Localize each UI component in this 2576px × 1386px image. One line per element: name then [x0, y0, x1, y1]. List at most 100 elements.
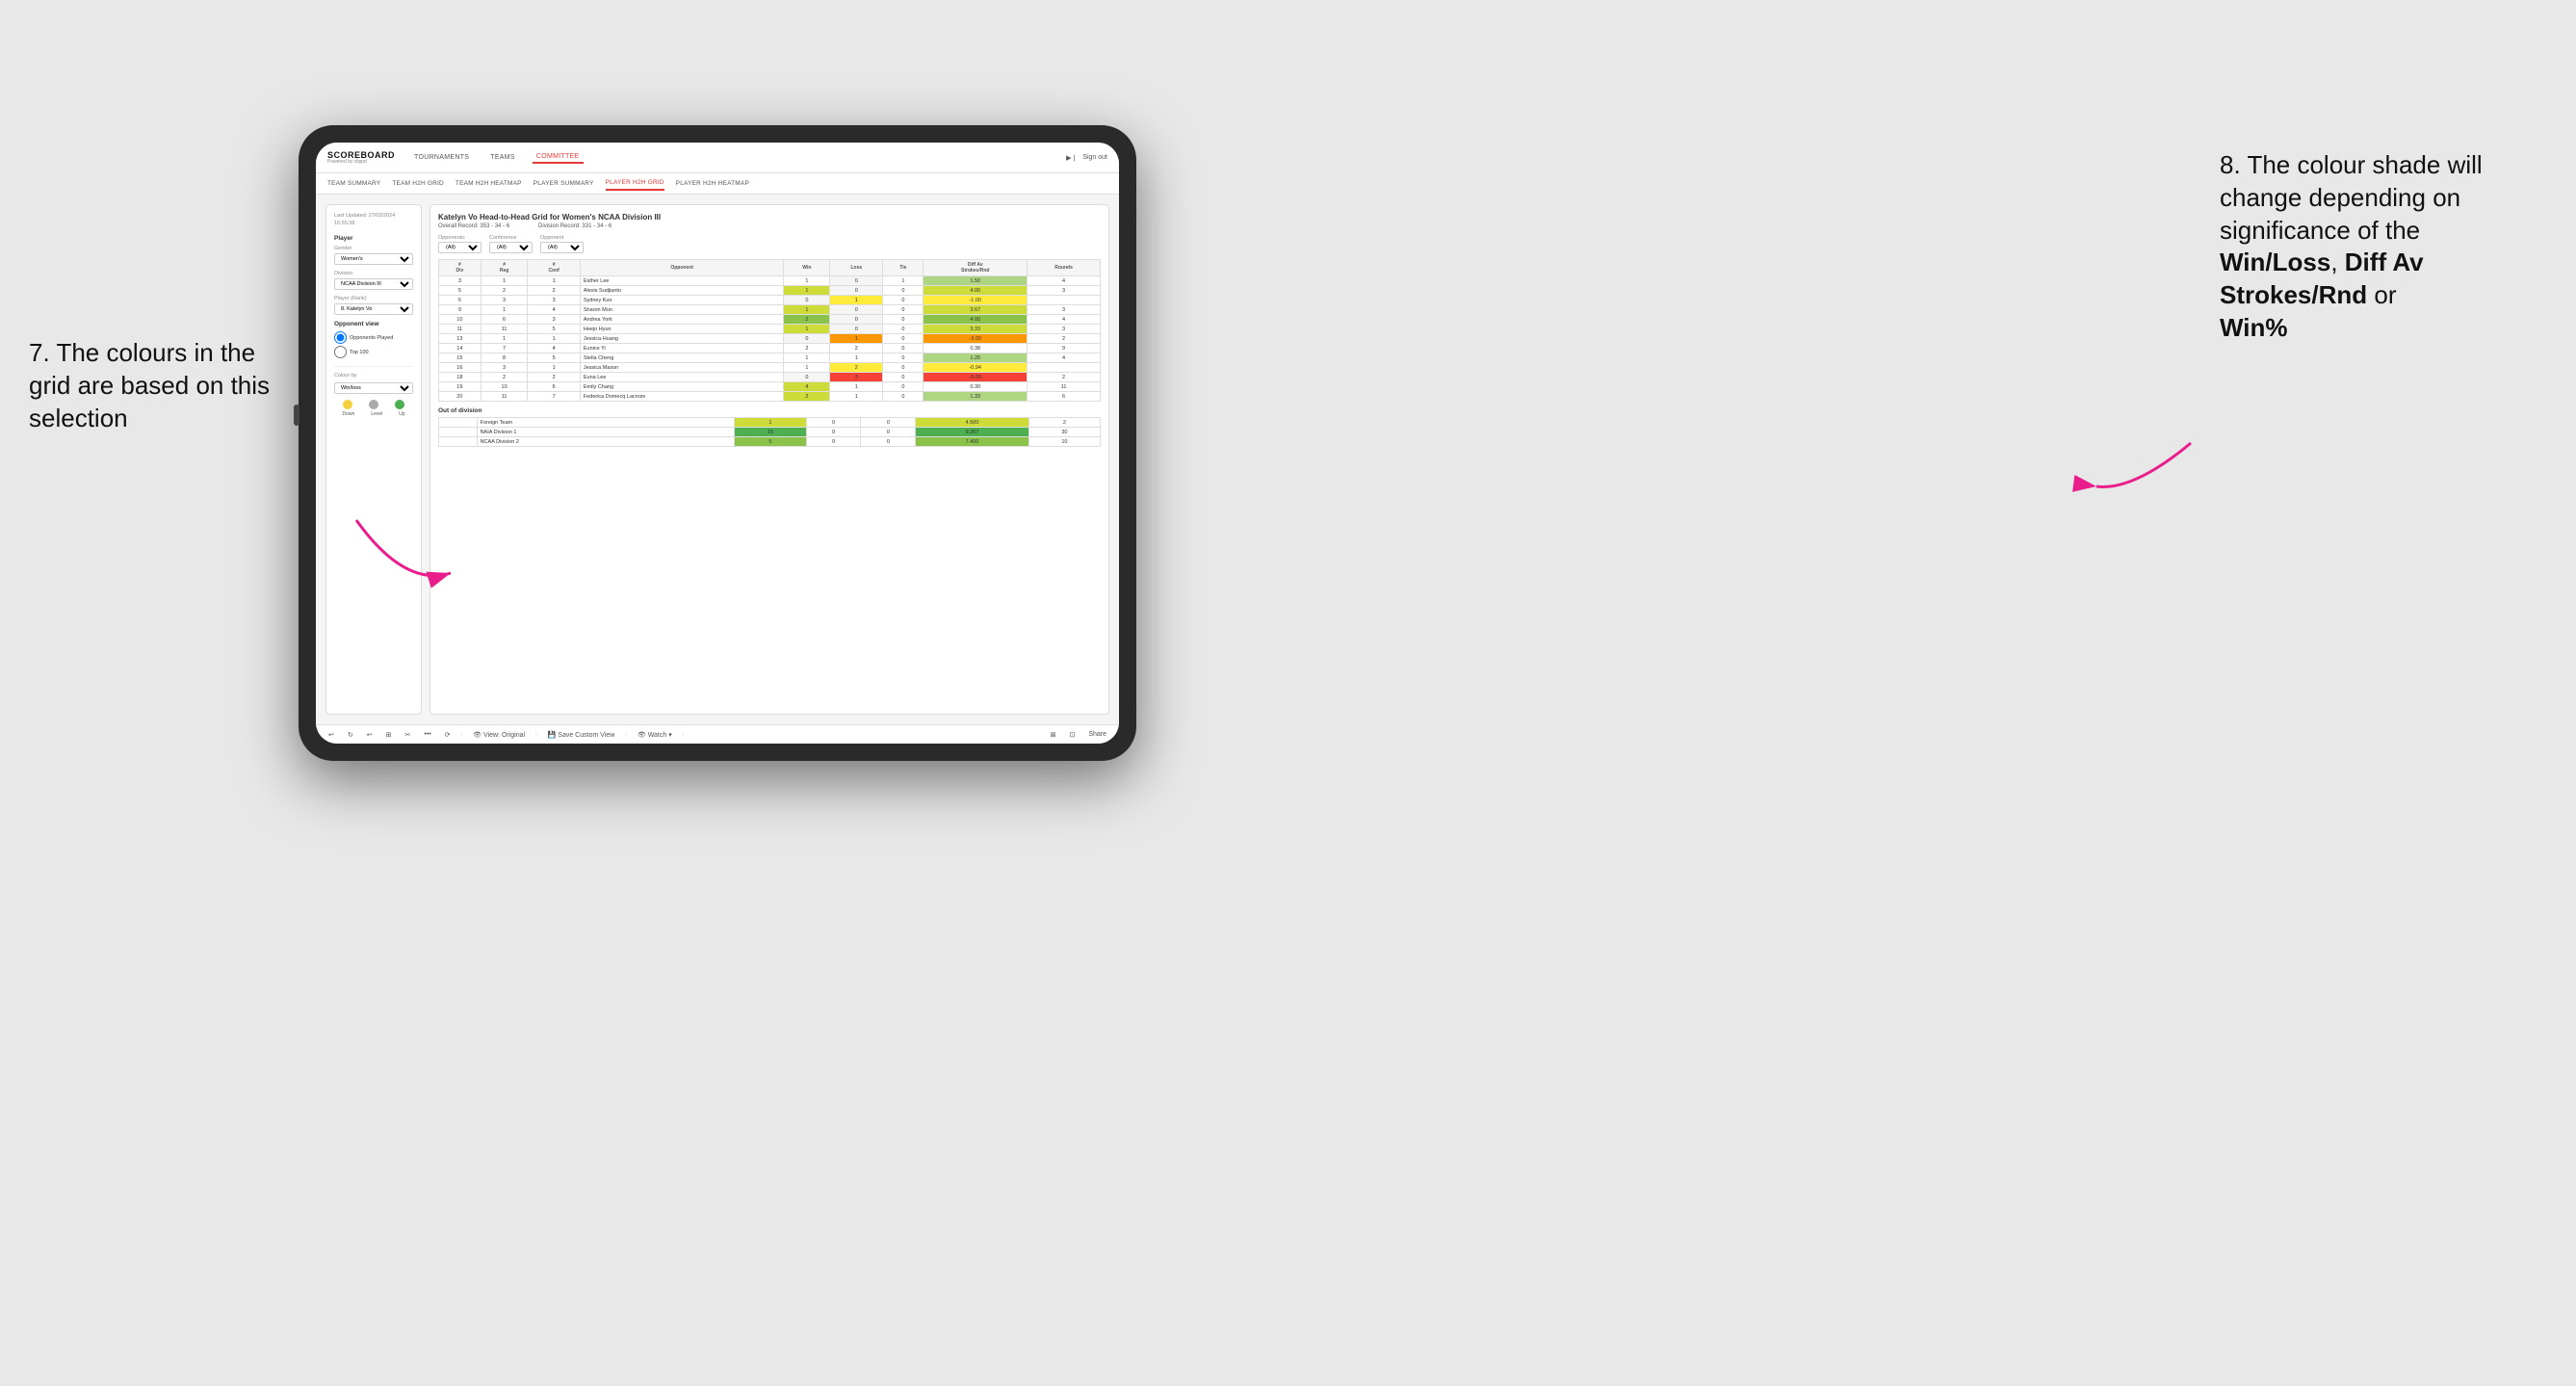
cell-out-name: Foreign Team: [477, 418, 735, 428]
header-right: ▶ | Sign out: [1066, 154, 1107, 162]
filter-conference: Conference (All): [489, 235, 533, 253]
cell-loss: 1: [830, 353, 883, 363]
cell-conf: 2: [528, 286, 580, 296]
fullscreen-btn[interactable]: ⊡: [1066, 730, 1078, 740]
out-of-division-header: Out of division: [438, 407, 1101, 414]
share-btn[interactable]: Share: [1085, 730, 1109, 739]
cell-win: 1: [784, 276, 830, 286]
grid-panel: Katelyn Vo Head-to-Head Grid for Women's…: [429, 204, 1109, 715]
cell-out-rounds: 30: [1028, 428, 1100, 437]
sign-out-link[interactable]: Sign out: [1082, 154, 1107, 161]
cell-loss: 3: [830, 373, 883, 382]
table-row: 9 1 4 Sharon Mun 1 0 0 3.67 3: [439, 305, 1101, 315]
col-tie: Tie: [883, 260, 924, 276]
cell-div: 13: [439, 334, 481, 344]
cell-conf: 2: [528, 373, 580, 382]
cell-out-name: NCAA Division 2: [477, 437, 735, 447]
cell-opponent: Sharon Mun: [580, 305, 784, 315]
player-rank-select[interactable]: 8. Katelyn Vo: [334, 303, 413, 315]
cell-diff: 1.33: [924, 392, 1028, 402]
subnav-team-summary[interactable]: TEAM SUMMARY: [327, 177, 380, 190]
cell-conf: 5: [528, 325, 580, 334]
cell-tie: 0: [883, 296, 924, 305]
opponent-filter-select[interactable]: (All): [540, 242, 584, 253]
cell-out-win: 5: [735, 437, 806, 447]
nav-teams[interactable]: TEAMS: [486, 152, 519, 163]
cell-conf: 1: [528, 276, 580, 286]
cell-div: 9: [439, 305, 481, 315]
main-content: Last Updated: 27/03/2024 16:55:38 Player…: [316, 195, 1119, 724]
save-custom-btn[interactable]: 💾 Save Custom View: [545, 730, 618, 740]
app-header: SCOREBOARD Powered by clippd TOURNAMENTS…: [316, 143, 1119, 173]
division-record: Division Record: 331 - 34 - 6: [538, 223, 611, 229]
watch-btn[interactable]: 👁 Watch ▾: [635, 730, 675, 740]
cell-loss: 2: [830, 344, 883, 353]
cell-diff: -0.94: [924, 363, 1028, 373]
colour-by-select[interactable]: Win/loss: [334, 382, 413, 394]
colour-labels: Down Level Up: [334, 411, 413, 417]
nav-committee[interactable]: COMMITTEE: [533, 151, 584, 164]
share-layout-btn[interactable]: ⊠: [1048, 730, 1059, 740]
annotation-left: 7. The colours in the grid are based on …: [29, 337, 279, 434]
redo-btn[interactable]: ↻: [345, 730, 356, 740]
sub-nav: TEAM SUMMARY TEAM H2H GRID TEAM H2H HEAT…: [316, 173, 1119, 195]
cell-diff: 1.25: [924, 353, 1028, 363]
cell-reg: 2: [481, 373, 528, 382]
out-table-row: Foreign Team 1 0 0 4.500 2: [439, 418, 1101, 428]
subnav-player-summary[interactable]: PLAYER SUMMARY: [533, 177, 594, 190]
cell-rounds: 3: [1028, 286, 1101, 296]
bottom-toolbar: ↩ ↻ ↩ ⊞ ✂ ••• ⟳ | 👁 View: Original | 💾 S…: [316, 724, 1119, 744]
cell-loss: 0: [830, 286, 883, 296]
cell-div: 3: [439, 276, 481, 286]
cell-reg: 3: [481, 363, 528, 373]
radio-opponents-played[interactable]: Opponents Played: [334, 331, 413, 344]
annotation-right: 8. The colour shade will change dependin…: [2220, 149, 2547, 345]
cell-out-win: 1: [735, 418, 806, 428]
cell-div: 15: [439, 353, 481, 363]
cell-win: 0: [784, 334, 830, 344]
refresh-btn[interactable]: ⟳: [442, 730, 454, 740]
subnav-team-h2h-grid[interactable]: TEAM H2H GRID: [392, 177, 444, 190]
toolbar-right: ⊠ ⊡ Share: [1048, 730, 1109, 740]
cell-conf: 4: [528, 305, 580, 315]
tablet-side-button: [294, 405, 299, 426]
cell-reg: 1: [481, 334, 528, 344]
filter-opponent: Opponent (All): [540, 235, 584, 253]
cell-win: 1: [784, 353, 830, 363]
cell-loss: 1: [830, 296, 883, 305]
subnav-player-h2h-heatmap[interactable]: PLAYER H2H HEATMAP: [676, 177, 749, 190]
filters-row: Opponents: (All) Conference (All): [438, 235, 1101, 253]
subnav-player-h2h-grid[interactable]: PLAYER H2H GRID: [606, 176, 664, 191]
cell-tie: 1: [883, 276, 924, 286]
cell-win: 0: [784, 373, 830, 382]
more-btn[interactable]: •••: [421, 730, 433, 739]
radio-top-100[interactable]: Top 100: [334, 346, 413, 358]
cell-out-loss: 0: [806, 437, 861, 447]
undo-btn[interactable]: ↩: [325, 730, 337, 740]
gender-select[interactable]: Women's: [334, 253, 413, 265]
subnav-team-h2h-heatmap[interactable]: TEAM H2H HEATMAP: [455, 177, 522, 190]
cell-win: 2: [784, 315, 830, 325]
scissors-btn[interactable]: ✂: [403, 730, 414, 740]
cell-out-tie: 0: [861, 418, 916, 428]
out-of-division-table: Foreign Team 1 0 0 4.500 2 NAIA Division…: [438, 417, 1101, 447]
opponents-filter-select[interactable]: (All): [438, 242, 481, 253]
view-original-btn[interactable]: 👁 View: Original: [470, 730, 528, 740]
division-label: Division: [334, 271, 413, 276]
grid-btn[interactable]: ⊞: [383, 730, 395, 740]
cell-div: 6: [439, 296, 481, 305]
cell-reg: 1: [481, 305, 528, 315]
division-select[interactable]: NCAA Division III: [334, 278, 413, 290]
cell-rounds: 4: [1028, 315, 1101, 325]
col-div: #Div: [439, 260, 481, 276]
table-row: 11 11 5 Heejo Hyun 1 0 0 3.33 3: [439, 325, 1101, 334]
table-row: 10 6 3 Andrea York 2 0 0 4.00 4: [439, 315, 1101, 325]
col-loss: Loss: [830, 260, 883, 276]
conference-filter-select[interactable]: (All): [489, 242, 533, 253]
cell-win: 1: [784, 305, 830, 315]
last-updated: Last Updated: 27/03/2024 16:55:38: [334, 213, 413, 227]
cell-reg: 11: [481, 392, 528, 402]
nav-tournaments[interactable]: TOURNAMENTS: [410, 152, 473, 163]
undo2-btn[interactable]: ↩: [364, 730, 376, 740]
cell-opponent: Andrea York: [580, 315, 784, 325]
